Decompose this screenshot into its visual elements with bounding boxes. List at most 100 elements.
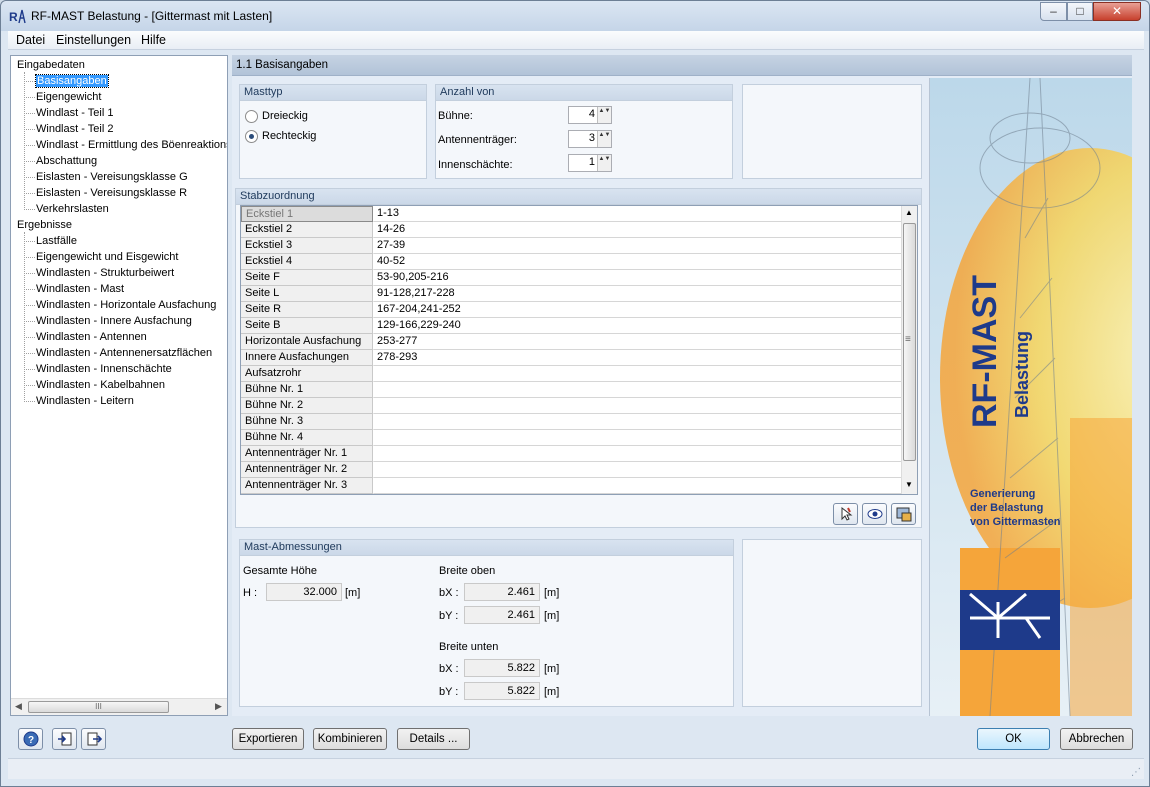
tree-item-windlast-1[interactable]: Windlast - Teil 1: [36, 106, 113, 121]
spin-arrows-icon[interactable]: ▲▼: [597, 131, 611, 147]
member-list-cell[interactable]: 253-277: [374, 334, 903, 350]
minimize-button[interactable]: –: [1040, 2, 1067, 21]
table-row[interactable]: Antennenträger Nr. 1: [241, 446, 903, 462]
row-header-cell[interactable]: Seite R: [241, 302, 373, 318]
export-button[interactable]: [81, 728, 106, 750]
member-list-cell[interactable]: [374, 430, 903, 446]
tree-item-abschattung[interactable]: Abschattung: [36, 154, 97, 169]
tree-item-verkehrslasten[interactable]: Verkehrslasten: [36, 202, 109, 217]
table-row[interactable]: Innere Ausfachungen 278-293: [241, 350, 903, 366]
member-list-cell[interactable]: 53-90,205-216: [374, 270, 903, 286]
table-row[interactable]: Horizontale Ausfachung 253-277: [241, 334, 903, 350]
member-list-cell[interactable]: 129-166,229-240: [374, 318, 903, 334]
row-header-cell[interactable]: Horizontale Ausfachung: [241, 334, 373, 350]
member-list-cell[interactable]: 1-13: [374, 206, 903, 222]
tree-item-wind-ersatz[interactable]: Windlasten - Antennenersatzflächen: [36, 346, 212, 361]
scroll-thumb[interactable]: ≡: [903, 223, 916, 461]
exportieren-button[interactable]: Exportieren: [232, 728, 304, 750]
row-header-cell[interactable]: Bühne Nr. 4: [241, 430, 373, 446]
tree-item-eigengewicht[interactable]: Eigengewicht: [36, 90, 101, 105]
table-row[interactable]: Seite R 167-204,241-252: [241, 302, 903, 318]
tree-item-wind-innere[interactable]: Windlasten - Innere Ausfachung: [36, 314, 192, 329]
table-row[interactable]: Eckstiel 2 14-26: [241, 222, 903, 238]
table-row[interactable]: Seite L 91-128,217-228: [241, 286, 903, 302]
member-list-cell[interactable]: [374, 446, 903, 462]
menu-settings[interactable]: Einstellungen: [56, 33, 131, 47]
tree-item-wind-antennen[interactable]: Windlasten - Antennen: [36, 330, 147, 345]
member-list-cell[interactable]: 14-26: [374, 222, 903, 238]
scroll-up-icon[interactable]: ▲: [905, 208, 913, 217]
help-button[interactable]: ?: [18, 728, 43, 750]
table-row[interactable]: Seite F 53-90,205-216: [241, 270, 903, 286]
tree-item-basisangaben[interactable]: Basisangaben: [35, 74, 109, 89]
select-members-button[interactable]: [833, 503, 858, 525]
radio-rechteckig[interactable]: [245, 130, 258, 143]
menu-help[interactable]: Hilfe: [141, 33, 166, 47]
table-row[interactable]: Eckstiel 3 27-39: [241, 238, 903, 254]
tree-horizontal-scrollbar[interactable]: ◀ III ▶: [11, 698, 227, 715]
table-vertical-scrollbar[interactable]: ▲ ≡ ▼: [901, 206, 917, 494]
navigator-tree[interactable]: Eingabedaten Basisangaben Eigengewicht W…: [10, 55, 228, 716]
stabzuordnung-table[interactable]: Eckstiel 1 1-13 Eckstiel 2 14-26 Eckstiel 32…: [240, 205, 918, 495]
member-list-cell[interactable]: 40-52: [374, 254, 903, 270]
tree-item-wind-kabelbahnen[interactable]: Windlasten - Kabelbahnen: [36, 378, 165, 393]
spin-arrows-icon[interactable]: ▲▼: [597, 107, 611, 123]
scroll-left-icon[interactable]: ◀: [15, 701, 22, 712]
buehne-stepper[interactable]: 4 ▲▼: [568, 106, 612, 124]
member-list-cell[interactable]: [374, 398, 903, 414]
table-row[interactable]: Bühne Nr. 4: [241, 430, 903, 446]
tree-root-input[interactable]: Eingabedaten: [17, 58, 85, 73]
import-button[interactable]: [52, 728, 77, 750]
display-button[interactable]: [891, 503, 916, 525]
maximize-button[interactable]: □: [1067, 2, 1093, 21]
radio-dreieckig[interactable]: [245, 110, 258, 123]
table-row[interactable]: Eckstiel 1 1-13: [241, 206, 903, 222]
tree-item-wind-leitern[interactable]: Windlasten - Leitern: [36, 394, 134, 409]
tree-item-eigen-eis[interactable]: Eigengewicht und Eisgewicht: [36, 250, 178, 265]
tree-item-windlast-2[interactable]: Windlast - Teil 2: [36, 122, 113, 137]
member-list-cell[interactable]: 27-39: [374, 238, 903, 254]
close-button[interactable]: ✕: [1093, 2, 1141, 21]
scroll-thumb[interactable]: III: [28, 701, 169, 713]
view-button[interactable]: [862, 503, 887, 525]
member-list-cell[interactable]: 91-128,217-228: [374, 286, 903, 302]
title-bar[interactable]: R RF-MAST Belastung - [Gittermast mit La…: [1, 1, 1149, 31]
table-row[interactable]: Antennenträger Nr. 2: [241, 462, 903, 478]
table-row[interactable]: Bühne Nr. 3: [241, 414, 903, 430]
tree-item-eislast-r[interactable]: Eislasten - Vereisungsklasse R: [36, 186, 187, 201]
kombinieren-button[interactable]: Kombinieren ...: [313, 728, 387, 765]
tree-item-wind-innenschaechte[interactable]: Windlasten - Innenschächte: [36, 362, 172, 377]
member-list-cell[interactable]: 278-293: [374, 350, 903, 366]
ok-button[interactable]: OK: [977, 728, 1050, 750]
row-header-cell[interactable]: Eckstiel 3: [241, 238, 373, 254]
row-header-cell[interactable]: Eckstiel 4: [241, 254, 373, 270]
row-header-cell[interactable]: Bühne Nr. 1: [241, 382, 373, 398]
table-row[interactable]: Antennenträger Nr. 3: [241, 478, 903, 494]
innen-stepper[interactable]: 1 ▲▼: [568, 154, 612, 172]
member-list-cell[interactable]: [374, 382, 903, 398]
row-header-cell[interactable]: Seite L: [241, 286, 373, 302]
row-header-cell[interactable]: Bühne Nr. 2: [241, 398, 373, 414]
spin-arrows-icon[interactable]: ▲▼: [597, 155, 611, 171]
row-header-cell[interactable]: Eckstiel 1: [241, 206, 373, 222]
row-header-cell[interactable]: Seite F: [241, 270, 373, 286]
radio-label[interactable]: Dreieckig: [262, 110, 308, 122]
member-list-cell[interactable]: 167-204,241-252: [374, 302, 903, 318]
tree-item-wind-mast[interactable]: Windlasten - Mast: [36, 282, 124, 297]
tree-item-strukturbeiwert[interactable]: Windlasten - Strukturbeiwert: [36, 266, 174, 281]
table-row[interactable]: Bühne Nr. 2: [241, 398, 903, 414]
row-header-cell[interactable]: Antennenträger Nr. 3: [241, 478, 373, 494]
menu-file[interactable]: Datei: [16, 33, 45, 47]
scroll-down-icon[interactable]: ▼: [905, 480, 913, 489]
member-list-cell[interactable]: [374, 462, 903, 478]
member-list-cell[interactable]: [374, 414, 903, 430]
antennen-stepper[interactable]: 3 ▲▼: [568, 130, 612, 148]
tree-item-boeenreaktion[interactable]: Windlast - Ermittlung des Böenreaktionsf…: [36, 138, 227, 153]
row-header-cell[interactable]: Innere Ausfachungen: [241, 350, 373, 366]
row-header-cell[interactable]: Antennenträger Nr. 2: [241, 462, 373, 478]
table-row[interactable]: Aufsatzrohr: [241, 366, 903, 382]
table-row[interactable]: Eckstiel 4 40-52: [241, 254, 903, 270]
radio-label[interactable]: Rechteckig: [262, 130, 316, 142]
row-header-cell[interactable]: Eckstiel 2: [241, 222, 373, 238]
details-button[interactable]: Details ...: [397, 728, 470, 750]
